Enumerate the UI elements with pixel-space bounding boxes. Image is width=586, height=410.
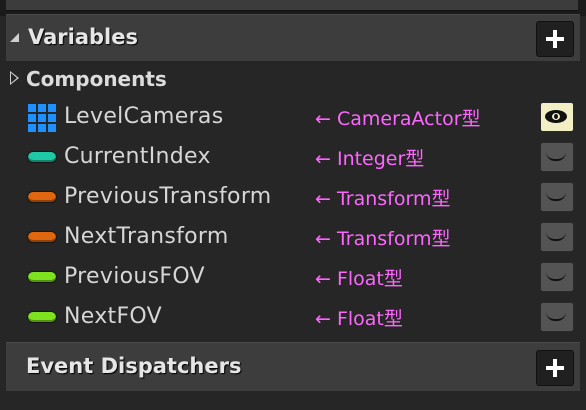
array-grid-icon	[28, 104, 56, 132]
variable-row-currentindex[interactable]: CurrentIndex ← Integer型	[0, 138, 586, 178]
variable-name: LevelCameras	[64, 104, 224, 129]
variable-name: CurrentIndex	[64, 144, 211, 169]
variable-name: PreviousTransform	[64, 184, 272, 209]
variable-name: PreviousFOV	[64, 264, 205, 289]
closed-eye-icon	[546, 192, 566, 201]
triangle-expand-icon[interactable]	[10, 71, 19, 85]
type-annotation: ← Integer型	[315, 148, 425, 170]
variable-name: NextFOV	[64, 304, 162, 329]
type-annotation: ← Transform型	[315, 228, 451, 250]
closed-eye-icon	[546, 152, 566, 161]
type-annotation: ← Transform型	[315, 188, 451, 210]
variable-row-nexttransform[interactable]: NextTransform ← Transform型	[0, 218, 586, 258]
type-annotation: ← CameraActor型	[315, 108, 481, 130]
type-annotation: ← Float型	[315, 268, 403, 290]
variable-row-nextfov[interactable]: NextFOV ← Float型	[0, 298, 586, 338]
pill-icon	[28, 152, 56, 162]
visibility-toggle[interactable]	[540, 102, 574, 132]
triangle-collapse-icon[interactable]	[10, 33, 19, 42]
variable-row-previoustransform[interactable]: PreviousTransform ← Transform型	[0, 178, 586, 218]
event-dispatchers-section-title: Event Dispatchers	[26, 354, 242, 378]
variable-row-previousfov[interactable]: PreviousFOV ← Float型	[0, 258, 586, 298]
visibility-toggle[interactable]	[540, 222, 574, 252]
pill-icon	[28, 272, 56, 282]
pill-icon	[28, 232, 56, 242]
pill-icon	[28, 312, 56, 322]
variable-name: NextTransform	[64, 224, 229, 249]
event-dispatchers-section-header[interactable]: Event Dispatchers	[6, 342, 580, 391]
variables-section-header[interactable]: Variables	[6, 14, 580, 61]
type-annotation: ← Float型	[315, 308, 403, 330]
pill-icon	[28, 192, 56, 202]
variable-row-levelcameras[interactable]: LevelCameras ← CameraActor型	[0, 98, 586, 138]
open-eye-icon	[545, 110, 567, 123]
closed-eye-icon	[546, 312, 566, 321]
visibility-toggle[interactable]	[540, 142, 574, 172]
previous-section-bottom	[6, 0, 578, 11]
add-variable-button[interactable]	[536, 21, 574, 57]
closed-eye-icon	[546, 272, 566, 281]
visibility-toggle[interactable]	[540, 302, 574, 332]
add-event-dispatcher-button[interactable]	[536, 350, 574, 386]
visibility-toggle[interactable]	[540, 262, 574, 292]
visibility-toggle[interactable]	[540, 182, 574, 212]
variables-section-title: Variables	[28, 25, 138, 49]
closed-eye-icon	[546, 232, 566, 241]
components-label: Components	[26, 67, 167, 91]
